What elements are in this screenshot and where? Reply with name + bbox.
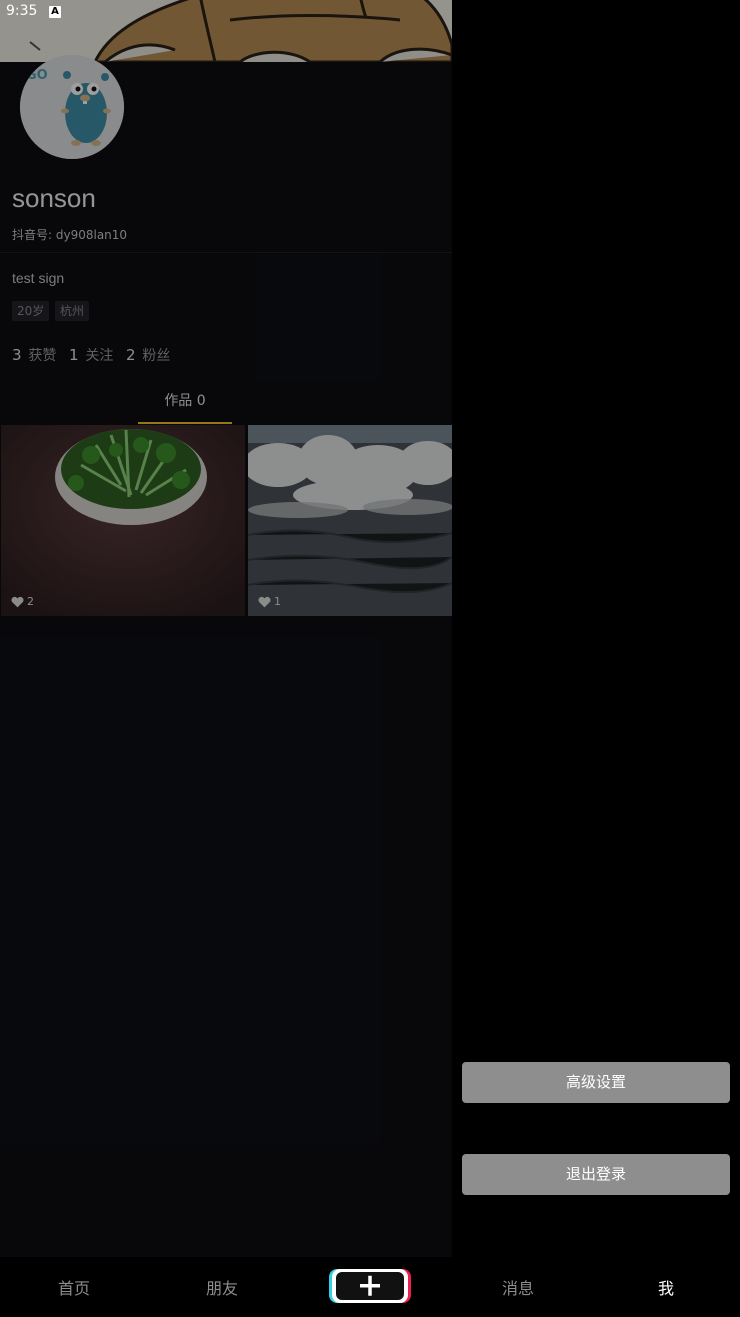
video-likes-count: 1	[274, 595, 281, 608]
video-image-waves	[248, 425, 452, 616]
divider	[0, 252, 452, 253]
svg-text:GO: GO	[26, 68, 48, 83]
video-likes: 2	[11, 595, 34, 608]
username: sonson	[12, 183, 96, 213]
stat-likes[interactable]: 3 获赞	[12, 345, 56, 365]
douyin-id: 抖音号: dy908lan10	[12, 228, 128, 242]
heart-icon	[11, 596, 24, 607]
advanced-settings-button[interactable]: 高级设置	[462, 1062, 730, 1103]
stat-followers-label: 粉丝	[142, 348, 171, 364]
stat-following[interactable]: 1 关注	[69, 345, 113, 365]
avatar[interactable]: GO	[20, 55, 124, 159]
video-image-greens	[1, 425, 245, 616]
status-time: 9:35	[6, 3, 38, 19]
logout-button[interactable]: 退出登录	[462, 1154, 730, 1195]
video-thumbnail[interactable]: 2	[1, 425, 245, 616]
plus-icon	[329, 1269, 411, 1303]
nav-home[interactable]: 首页	[34, 1275, 114, 1299]
status-bar: 9:35 A	[0, 0, 740, 26]
heart-icon	[258, 596, 271, 607]
add-video-button[interactable]	[329, 1269, 411, 1303]
video-thumbnail[interactable]: 1	[248, 425, 452, 616]
tab-works[interactable]: 作品 0	[138, 390, 232, 424]
stat-likes-value: 3	[12, 346, 22, 364]
nav-messages[interactable]: 消息	[478, 1275, 558, 1299]
notification-a-icon: A	[49, 6, 61, 18]
tag-city: 杭州	[55, 301, 90, 321]
signature: test sign	[12, 270, 65, 286]
video-likes-count: 2	[27, 595, 34, 608]
nav-me[interactable]: 我	[626, 1275, 706, 1299]
stat-following-value: 1	[69, 346, 79, 364]
stat-followers[interactable]: 2 粉丝	[126, 345, 170, 365]
video-likes: 1	[258, 595, 281, 608]
stat-following-label: 关注	[85, 348, 114, 364]
stat-followers-value: 2	[126, 346, 136, 364]
nav-friends[interactable]: 朋友	[182, 1275, 262, 1299]
tag-age: 20岁	[12, 301, 50, 321]
profile-panel: GO sonson 抖音号: dy908lan10 test sign 20岁 …	[0, 0, 452, 1257]
stat-likes-label: 获赞	[28, 348, 57, 364]
bottom-nav: 首页 朋友 消息 我	[0, 1257, 740, 1317]
